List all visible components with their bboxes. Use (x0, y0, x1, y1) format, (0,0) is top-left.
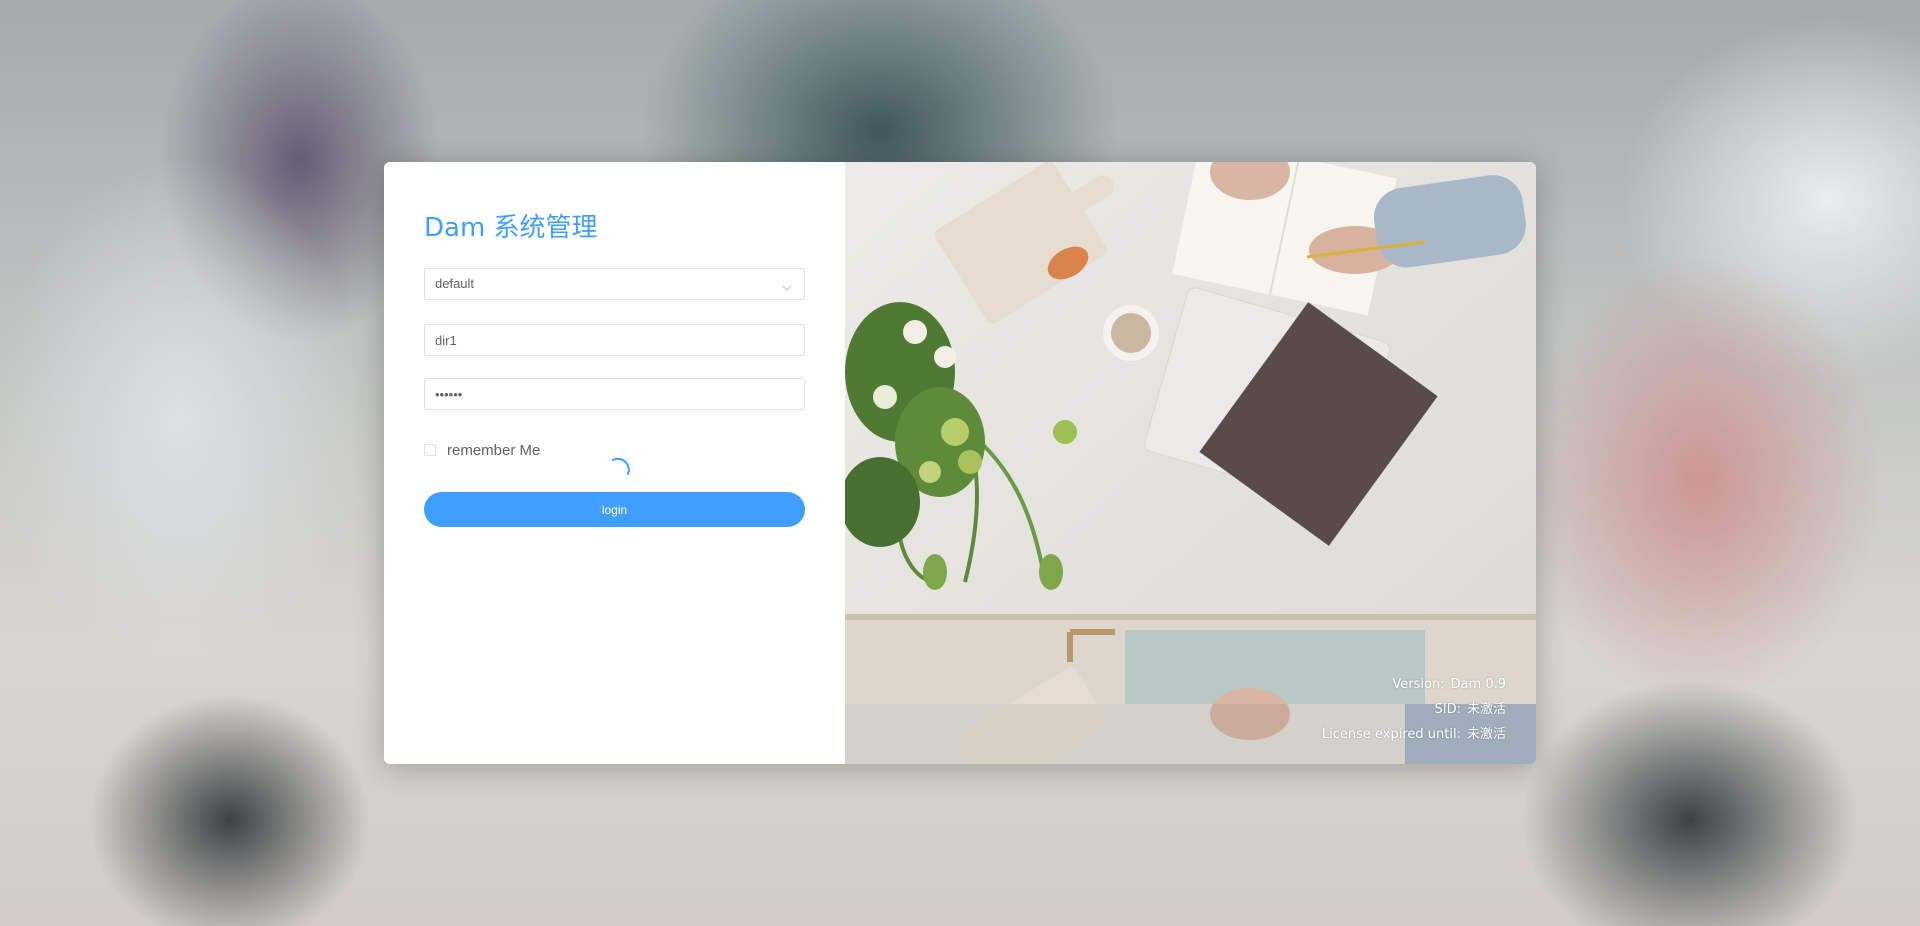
license-value: 未激活 (1466, 727, 1506, 742)
remember-me-checkbox[interactable]: remember Me (424, 440, 540, 460)
version-value: Dam 0.9 (1450, 677, 1506, 692)
hero-image: Version: Dam 0.9 SID: 未激活 License expired … (845, 162, 1536, 764)
checkbox-box[interactable] (424, 444, 436, 456)
license-row: License expired until: 未激活 (1322, 722, 1506, 747)
login-panel: Dam 系统管理 default remember Me login (384, 162, 845, 764)
chevron-down-icon (782, 278, 792, 291)
login-button[interactable]: login (424, 492, 805, 527)
sid-label: SID: (1434, 702, 1461, 717)
page-title: Dam 系统管理 (424, 213, 598, 243)
version-row: Version: Dam 0.9 (1322, 672, 1506, 697)
loading-spinner-icon (604, 456, 632, 484)
license-label: License expired until: (1321, 727, 1461, 742)
domain-select-value: default (435, 276, 475, 291)
version-info: Version: Dam 0.9 SID: 未激活 License expired … (1322, 672, 1506, 747)
remember-me-label: remember Me (447, 441, 541, 459)
username-input[interactable] (424, 324, 805, 356)
password-input[interactable] (424, 378, 805, 410)
login-card: Dam 系统管理 default remember Me login (384, 162, 1536, 764)
version-label: Version: (1392, 677, 1445, 692)
sid-value: 未激活 (1466, 702, 1506, 717)
sid-row: SID: 未激活 (1322, 697, 1507, 722)
domain-select[interactable]: default (424, 268, 805, 300)
